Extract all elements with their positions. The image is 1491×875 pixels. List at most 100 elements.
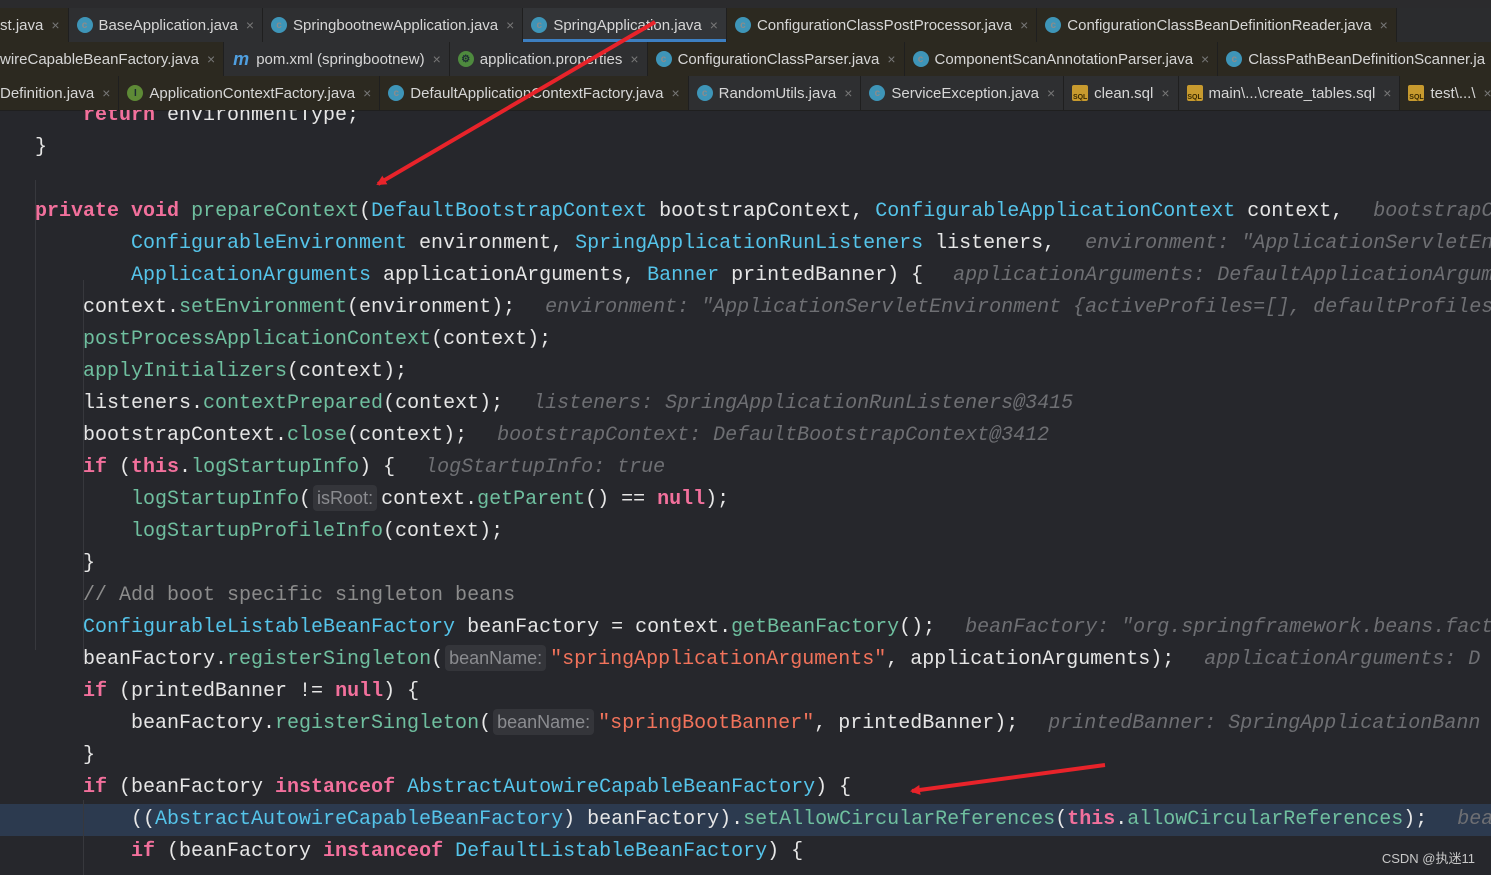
inline-debug-value: bootstrapContext: DefaultBootstrapContex… — [497, 424, 1050, 447]
code-text: bootstrapContext, — [647, 200, 876, 223]
close-icon[interactable]: × — [671, 85, 679, 101]
code-text: (context); — [347, 424, 468, 447]
code-line[interactable]: beanFactory.registerSingleton(beanName: "… — [0, 708, 1491, 740]
code-line[interactable]: // Add boot specific singleton beans — [0, 580, 1491, 612]
code-text: ) { — [359, 456, 396, 479]
tab-applicationcontextfactory-java[interactable]: I ApplicationContextFactory.java × — [119, 76, 381, 110]
tab-clean-sql[interactable]: SQL clean.sql × — [1064, 76, 1179, 110]
java-class-icon: c — [76, 17, 93, 33]
tab-componentscanannotationparser-java[interactable]: c ComponentScanAnnotationParser.java × — [904, 42, 1219, 76]
code-text: ) beanFactory). — [563, 808, 744, 831]
tab-configurationclassbeandefinitionreader-java[interactable]: c ConfigurationClassBeanDefinitionReader.… — [1037, 8, 1397, 42]
close-icon[interactable]: × — [1020, 17, 1028, 33]
close-icon[interactable]: × — [1201, 51, 1209, 67]
code-text: applicationArguments, — [371, 264, 648, 287]
tab-configurationclassparser-java[interactable]: c ConfigurationClassParser.java × — [647, 42, 905, 76]
close-icon[interactable]: × — [506, 17, 514, 33]
java-class-icon: c — [734, 17, 751, 33]
code-text: (context); — [287, 360, 408, 383]
code-line[interactable]: return environmentType; — [0, 110, 1491, 132]
code-line[interactable] — [0, 164, 1491, 196]
close-icon[interactable]: × — [1161, 85, 1169, 101]
close-icon[interactable]: × — [102, 85, 110, 101]
java-class-icon: c — [1226, 51, 1243, 67]
code-line[interactable]: logStartupInfo(isRoot: context.getParent(… — [0, 484, 1491, 516]
type-name: DefaultListableBeanFactory — [455, 840, 768, 863]
editor-tab-row-1: st.java × c BaseApplication.java × c Springboo… — [0, 8, 1491, 43]
tab-label: test\...\ — [1430, 84, 1476, 102]
code-line[interactable]: if (beanFactory instanceof DefaultListab… — [0, 836, 1491, 868]
keyword: null — [657, 488, 706, 511]
close-icon[interactable]: × — [363, 85, 371, 101]
close-icon[interactable]: × — [433, 51, 441, 67]
code-line[interactable]: applyInitializers(context); — [0, 356, 1491, 388]
keyword: if — [83, 456, 108, 479]
code-line-current[interactable]: ((AbstractAutowireCapableBeanFactory) be… — [0, 804, 1491, 836]
close-icon[interactable]: × — [844, 85, 852, 101]
tab-label: RandomUtils.java — [718, 84, 837, 102]
tab-serviceexception-java[interactable]: c ServiceException.java × — [861, 76, 1065, 110]
code-line[interactable]: } — [0, 548, 1491, 580]
tab-main-create-tables-sql[interactable]: SQL main\...\create_tables.sql × — [1178, 76, 1401, 110]
inline-debug-value: beanFactory: "org.springframework.beans.… — [965, 616, 1491, 639]
type-name: AbstractAutowireCapableBeanFactory — [155, 808, 564, 831]
close-icon[interactable]: × — [710, 17, 718, 33]
code-line[interactable]: if (this.logStartupInfo) {logStartupInfo… — [0, 452, 1491, 484]
tab-springbootnewapplication-java[interactable]: c SpringbootnewApplication.java × — [263, 8, 524, 42]
tab-definition-java[interactable]: Definition.java × — [0, 76, 120, 110]
tab-application-properties[interactable]: ⚙ application.properties × — [449, 42, 648, 76]
code-line[interactable]: bootstrapContext.close(context); bootstra… — [0, 420, 1491, 452]
tab-defaultapplicationcontextfactory-java[interactable]: c DefaultApplicationContextFactory.java × — [380, 76, 689, 110]
code-line[interactable]: ConfigurableListableBeanFactory beanFact… — [0, 612, 1491, 644]
code-line[interactable]: } — [0, 740, 1491, 772]
close-icon[interactable]: × — [207, 51, 215, 67]
code-line[interactable]: if (beanFactory instanceof AbstractAutow… — [0, 772, 1491, 804]
tab-configurationclasspostprocessor-java[interactable]: c ConfigurationClassPostProcessor.java × — [726, 8, 1038, 42]
tab-randomutils-java[interactable]: c RandomUtils.java × — [688, 76, 862, 110]
tab-label: pom.xml (springbootnew) — [256, 50, 425, 68]
code-line[interactable]: beanFactory.registerSingleton(beanName: "… — [0, 644, 1491, 676]
java-class-icon: c — [531, 17, 548, 33]
code-line[interactable]: context.setEnvironment(environment); envi… — [0, 292, 1491, 324]
tab-label: SpringbootnewApplication.java — [293, 16, 499, 34]
code-line[interactable]: ConfigurableEnvironment environment, Spr… — [0, 228, 1491, 260]
code-line[interactable]: postProcessApplicationContext(context); — [0, 324, 1491, 356]
close-icon[interactable]: × — [1383, 85, 1391, 101]
tab-label: Definition.java — [0, 84, 95, 102]
code-line[interactable]: if (printedBanner != null) { — [0, 676, 1491, 708]
tab-label: st.java — [0, 16, 44, 34]
code-text: (printedBanner != — [107, 680, 336, 703]
code-text: listeners, — [923, 232, 1056, 255]
close-icon[interactable]: × — [1380, 17, 1388, 33]
code-line[interactable]: } — [0, 132, 1491, 164]
comment: // Add boot specific singleton beans — [83, 584, 516, 607]
code-line[interactable]: logStartupProfileInfo(context); — [0, 516, 1491, 548]
code-editor[interactable]: return environmentType;} private void pre… — [0, 110, 1491, 875]
close-icon[interactable]: × — [887, 51, 895, 67]
tab-classpathbeandefinitionscanner-ja[interactable]: cClassPathBeanDefinitionScanner.ja× — [1218, 42, 1491, 76]
close-icon[interactable]: × — [51, 17, 59, 33]
tab-baseapplication-java[interactable]: c BaseApplication.java × — [68, 8, 263, 42]
java-class-icon: c — [912, 51, 929, 67]
type-name: ConfigurableListableBeanFactory — [83, 616, 456, 639]
code-line[interactable]: ApplicationArguments applicationArgument… — [0, 260, 1491, 292]
code-text: ( — [1055, 808, 1068, 831]
code-text: context, — [1235, 200, 1344, 223]
type-name: Banner — [647, 264, 720, 287]
close-icon[interactable]: × — [1484, 85, 1491, 101]
tab-st-java[interactable]: st.java × — [0, 8, 69, 42]
close-icon[interactable]: × — [246, 17, 254, 33]
tab-wirecapablebeanfactory-java[interactable]: wireCapableBeanFactory.java × — [0, 42, 225, 76]
keyword: instanceof — [275, 776, 396, 799]
type-name: ConfigurableApplicationContext — [875, 200, 1236, 223]
tab-springapplication-java[interactable]: c SpringApplication.java × — [523, 8, 727, 42]
tab-test[interactable]: SQL test\...\ × — [1400, 76, 1491, 110]
type-name: SpringApplicationRunListeners — [575, 232, 924, 255]
code-line[interactable]: listeners.contextPrepared(context); liste… — [0, 388, 1491, 420]
method-name: logStartupInfo — [191, 456, 360, 479]
method-name: setEnvironment — [179, 296, 348, 319]
close-icon[interactable]: × — [630, 51, 638, 67]
code-line[interactable]: private void prepareContext(DefaultBoots… — [0, 196, 1491, 228]
close-icon[interactable]: × — [1047, 85, 1055, 101]
tab-pom-xml-springbootnew[interactable]: m pom.xml (springbootnew) × — [224, 42, 450, 76]
